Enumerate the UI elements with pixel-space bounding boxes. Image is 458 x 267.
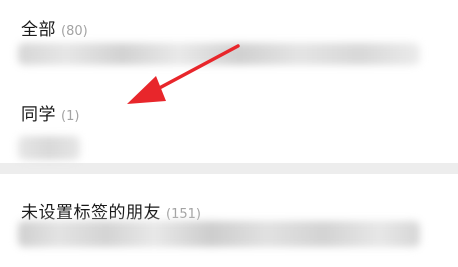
tag-group-name: 未设置标签的朋友 [21, 203, 161, 223]
blurred-member-names [18, 43, 420, 65]
tag-group-count: (1) [61, 109, 80, 124]
tag-group-count: (80) [61, 24, 88, 39]
contact-tags-screen: 全部 (80) 同学 (1) 未设置标签的朋友 (151) [0, 0, 458, 267]
tag-group-untagged[interactable]: 未设置标签的朋友 (151) [21, 198, 201, 223]
tag-group-all[interactable]: 全部 (80) [21, 15, 88, 40]
tag-list-card: 全部 (80) 同学 (1) [0, 0, 458, 163]
tag-group-name: 同学 [21, 105, 56, 125]
blurred-member-names [18, 221, 420, 247]
tag-group-name: 全部 [21, 20, 56, 40]
tag-group-classmates[interactable]: 同学 (1) [21, 100, 79, 125]
blurred-member-names [18, 136, 80, 160]
untagged-friends-card: 未设置标签的朋友 (151) [0, 174, 458, 267]
tag-group-count: (151) [166, 207, 201, 222]
